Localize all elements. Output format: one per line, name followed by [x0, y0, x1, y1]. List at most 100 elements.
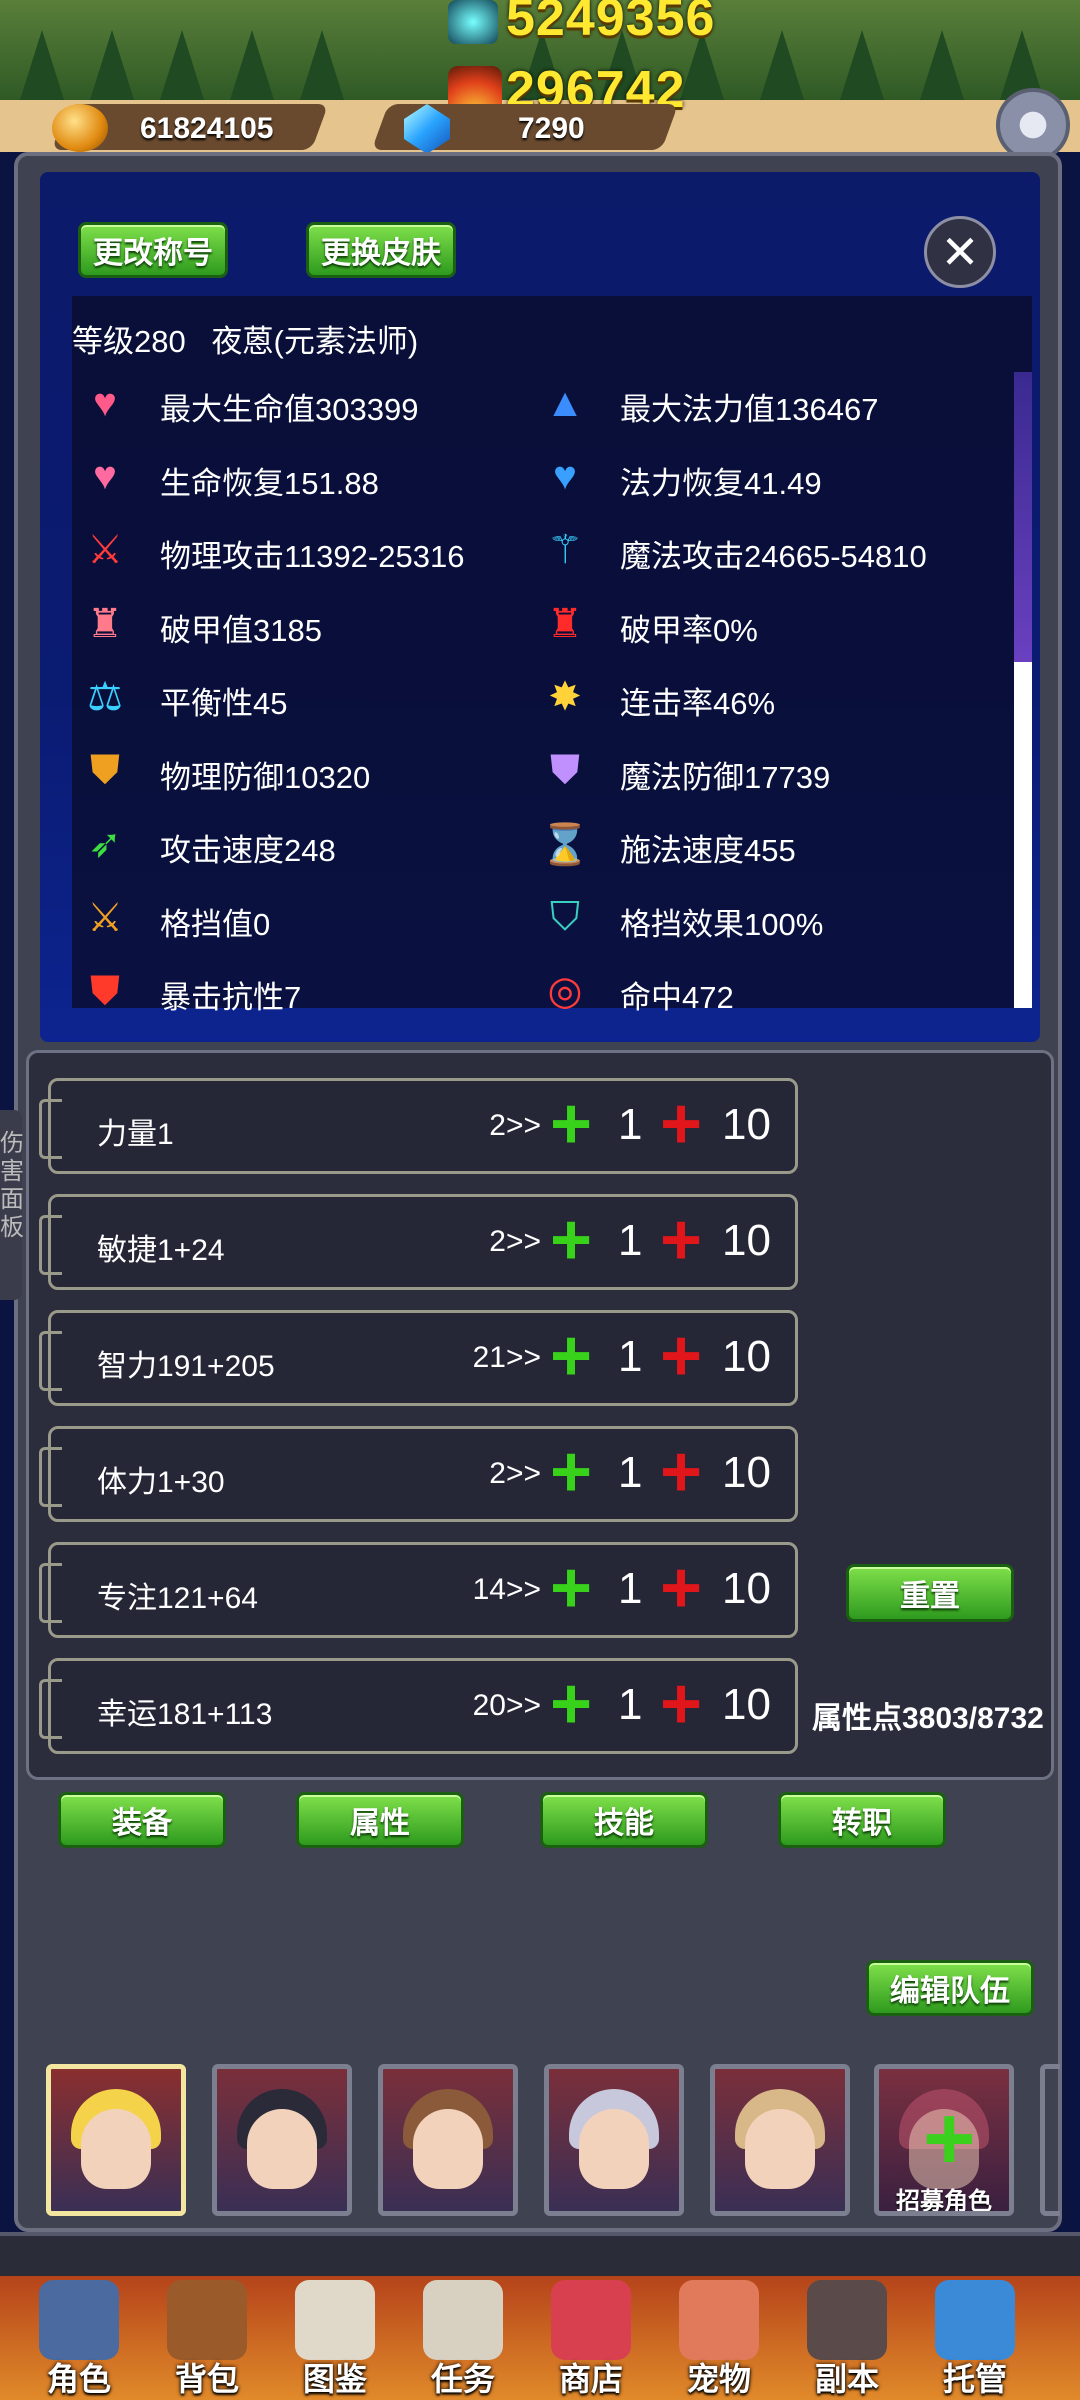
attribute-name: 专注121+64	[97, 1582, 258, 1615]
add-one-label: 1	[618, 1680, 643, 1729]
add-one-label: 1	[618, 1448, 643, 1497]
magic-shield-icon: ⛊	[550, 748, 580, 792]
bottom-nav-rail	[0, 2232, 1080, 2276]
add-one-label: 1	[618, 1100, 643, 1149]
tab-skills[interactable]: 技能	[540, 1792, 708, 1848]
add-ten-label: 10	[722, 1448, 771, 1497]
attribute-name: 幸运181+113	[97, 1698, 273, 1731]
edit-team-button[interactable]: 编辑队伍	[866, 1960, 1034, 2016]
power-icon	[448, 0, 498, 44]
recruit-slot[interactable]: + 招募角色	[874, 2064, 1014, 2216]
team-member-4[interactable]	[544, 2064, 684, 2216]
add-one-label: 1	[618, 1332, 643, 1381]
nav-codex[interactable]: 图鉴	[280, 2280, 390, 2400]
stat-label: 魔法攻击24665-54810	[620, 539, 927, 574]
change-skin-button[interactable]: 更换皮肤	[306, 222, 456, 278]
add-ten-icon[interactable]: +	[660, 1552, 702, 1624]
team-member-1[interactable]	[46, 2064, 186, 2216]
nav-bag-icon	[167, 2280, 247, 2360]
change-title-button[interactable]: 更改称号	[78, 222, 228, 278]
stat-label: 物理攻击11392-25316	[160, 539, 465, 574]
heart-icon: ♥	[93, 380, 117, 425]
gold-amount: 61824105	[140, 112, 274, 145]
nav-dungeon[interactable]: 副本	[792, 2280, 902, 2400]
armor-break-icon: ♜	[87, 601, 123, 646]
close-icon: ✕	[940, 226, 980, 278]
armor-break-rate-icon: ♜	[547, 601, 583, 646]
stat-label: 命中472	[620, 980, 734, 1015]
nav-quest[interactable]: 任务	[408, 2280, 518, 2400]
nav-quest-icon	[423, 2280, 503, 2360]
tab-equipment[interactable]: 装备	[58, 1792, 226, 1848]
tab-attributes[interactable]: 属性	[296, 1792, 464, 1848]
sword-icon: ⚔	[87, 528, 123, 572]
attribute-next-level: 21>>	[472, 1341, 541, 1374]
add-ten-icon[interactable]: +	[660, 1320, 702, 1392]
level-name: 等级280 夜蒽(元素法师)	[72, 324, 419, 359]
power-value: 5249356	[506, 0, 716, 47]
nav-label: 图鉴	[302, 2361, 367, 2397]
add-ten-icon[interactable]: +	[660, 1436, 702, 1508]
attribute-next-level: 14>>	[472, 1573, 541, 1606]
add-ten-icon[interactable]: +	[660, 1204, 702, 1276]
stat-label: 破甲率0%	[620, 612, 758, 648]
add-ten-icon[interactable]: +	[660, 1668, 702, 1740]
attribute-name: 智力191+205	[97, 1350, 275, 1383]
nav-label: 商店	[558, 2361, 623, 2397]
close-button[interactable]: ✕	[924, 216, 996, 288]
add-ten-label: 10	[722, 1216, 771, 1265]
wizard-hat-icon: ▲	[545, 380, 585, 425]
nav-bag[interactable]: 背包	[152, 2280, 262, 2400]
nav-label: 托管	[942, 2361, 1007, 2397]
speed-icon: ➶	[88, 822, 122, 866]
reset-button[interactable]: 重置	[846, 1564, 1014, 1622]
nav-shop-icon	[551, 2280, 631, 2360]
staff-icon: ⚚	[547, 528, 583, 572]
nav-auto[interactable]: 托管	[920, 2280, 1030, 2400]
add-ten-label: 10	[722, 1332, 771, 1381]
attribute-points: 属性点3803/8732	[812, 1702, 1044, 1735]
tab-class-change[interactable]: 转职	[778, 1792, 946, 1848]
add-ten-label: 10	[722, 1564, 771, 1613]
stat-label: 格挡效果100%	[620, 906, 824, 942]
stat-label: 连击率46%	[620, 686, 776, 721]
add-one-icon[interactable]: +	[550, 1320, 592, 1392]
add-ten-icon[interactable]: +	[660, 1088, 702, 1160]
attribute-next-level: 2>>	[489, 1225, 541, 1258]
add-one-icon[interactable]: +	[550, 1552, 592, 1624]
stat-label: 破甲值3185	[160, 612, 322, 648]
next-slot-edge	[1040, 2064, 1060, 2216]
team-member-5[interactable]	[710, 2064, 850, 2216]
damage-panel-tab-label: 伤害面板	[0, 1130, 24, 1241]
add-one-label: 1	[618, 1216, 643, 1265]
gold-coin-icon	[52, 104, 108, 152]
settings-gear-icon[interactable]	[996, 88, 1070, 162]
stat-label: 暴击抗性7	[160, 980, 302, 1015]
damage-panel-tab[interactable]: 伤害面板	[0, 1110, 24, 1300]
attribute-name: 敏捷1+24	[97, 1234, 225, 1267]
team-member-2[interactable]	[212, 2064, 352, 2216]
add-one-icon[interactable]: +	[550, 1436, 592, 1508]
star-burst-icon: ✸	[548, 675, 582, 719]
nav-character[interactable]: 角色	[24, 2280, 134, 2400]
stat-label: 格挡值0	[160, 906, 271, 942]
add-one-icon[interactable]: +	[550, 1088, 592, 1160]
attribute-name: 体力1+30	[97, 1466, 225, 1499]
add-ten-label: 10	[722, 1680, 771, 1729]
attribute-name: 力量1	[97, 1118, 174, 1151]
team-member-3[interactable]	[378, 2064, 518, 2216]
stats-scrollbar-thumb[interactable]	[1014, 372, 1032, 662]
stat-label: 攻击速度248	[160, 833, 336, 868]
nav-pet[interactable]: 宠物	[664, 2280, 774, 2400]
nav-shop[interactable]: 商店	[536, 2280, 646, 2400]
nav-label: 任务	[430, 2361, 495, 2397]
add-ten-label: 10	[722, 1100, 771, 1149]
add-one-icon[interactable]: +	[550, 1668, 592, 1740]
nav-label: 角色	[46, 2361, 111, 2397]
plus-icon: +	[923, 2089, 976, 2189]
add-one-icon[interactable]: +	[550, 1204, 592, 1276]
target-icon: ◎	[547, 969, 583, 1013]
hp-regen-icon: ♥	[93, 454, 117, 498]
stat-label: 魔法防御17739	[620, 759, 831, 795]
stat-label: 平衡性45	[160, 686, 288, 721]
